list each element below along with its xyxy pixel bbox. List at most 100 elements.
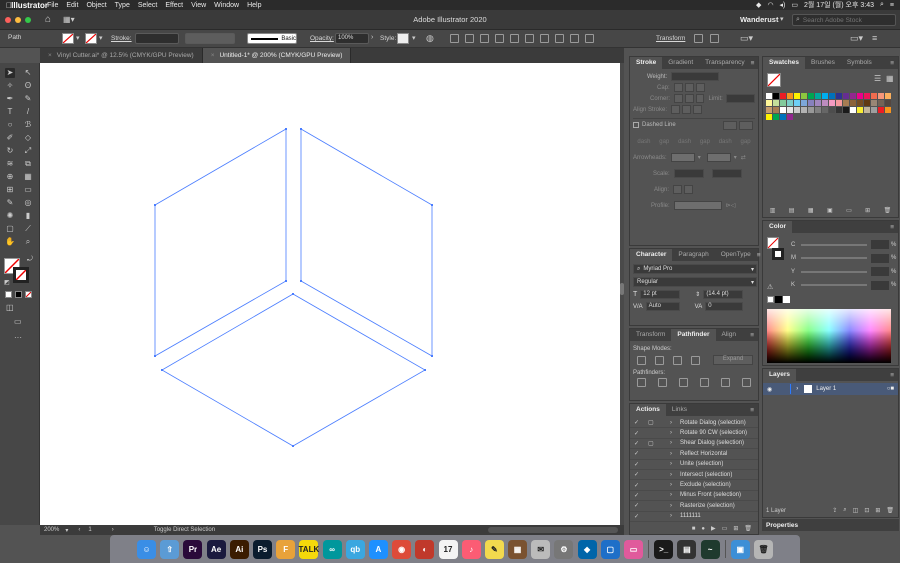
dash-gap-field[interactable]: dash: [678, 139, 691, 145]
dock-app-icon[interactable]: ▣: [730, 539, 750, 559]
channel-field-c[interactable]: [871, 240, 889, 250]
scale-tool-icon[interactable]: ⤢: [23, 146, 33, 156]
tracking-field[interactable]: 0: [705, 302, 744, 311]
battery-icon[interactable]: ▭: [791, 1, 798, 9]
merge-icon[interactable]: [679, 378, 688, 387]
color-swatch[interactable]: [808, 107, 814, 113]
none-color-chip[interactable]: [767, 296, 774, 303]
layers-panel-title[interactable]: Layers: [763, 369, 796, 381]
new-color-group-icon[interactable]: ▭: [846, 207, 852, 214]
tab-character[interactable]: Character: [630, 249, 673, 261]
color-swatch[interactable]: [829, 93, 835, 99]
fill-swatch[interactable]: [62, 33, 74, 44]
channel-slider-y[interactable]: [801, 270, 867, 273]
type-tool-icon[interactable]: T: [5, 107, 15, 117]
color-swatch[interactable]: [857, 107, 863, 113]
dock-app-icon[interactable]: Ae: [206, 539, 226, 559]
dock-app-icon[interactable]: ▭: [624, 539, 643, 559]
list-icon[interactable]: ≡: [890, 2, 894, 9]
dock-app-icon[interactable]: ∞: [322, 539, 342, 559]
artboard[interactable]: [40, 63, 620, 525]
tab-stroke[interactable]: Stroke: [630, 57, 663, 69]
panel-menu-icon[interactable]: ≡: [872, 33, 877, 43]
artboard-number[interactable]: 1: [88, 527, 91, 533]
round-cap-button[interactable]: [684, 83, 694, 92]
action-row[interactable]: ✓ › Minus Front (selection): [630, 491, 758, 502]
width-tool-icon[interactable]: ≋: [5, 159, 15, 169]
expand-action-icon[interactable]: ›: [670, 430, 676, 436]
color-swatch[interactable]: [773, 107, 779, 113]
align-right-icon[interactable]: [495, 34, 504, 43]
draw-mode-icon[interactable]: ◫: [6, 303, 14, 312]
action-enabled-check-icon[interactable]: ✓: [634, 440, 644, 447]
list-view-icon[interactable]: ☰: [874, 74, 881, 83]
unite-icon[interactable]: [637, 355, 646, 365]
color-swatch[interactable]: [766, 107, 772, 113]
color-swatch[interactable]: [780, 107, 786, 113]
menu-effect[interactable]: Effect: [165, 2, 183, 9]
dock-app-icon[interactable]: F: [276, 539, 296, 559]
symbol-sprayer-tool-icon[interactable]: ✺: [5, 211, 15, 221]
color-swatch[interactable]: [787, 100, 793, 106]
dock-app-icon[interactable]: ~: [700, 539, 720, 559]
select-similar-icon[interactable]: [710, 34, 719, 43]
dock-app-icon[interactable]: ▢: [600, 539, 620, 559]
color-swatch[interactable]: [815, 93, 821, 99]
direct-selection-tool-icon[interactable]: ↖: [23, 68, 33, 78]
color-swatch[interactable]: [808, 100, 814, 106]
expand-action-icon[interactable]: ›: [670, 482, 676, 488]
tab-transform[interactable]: Transform: [630, 329, 671, 341]
color-swatch[interactable]: [864, 107, 870, 113]
align-top-icon[interactable]: [510, 34, 519, 43]
swap-fill-stroke-icon[interactable]: ⤾: [27, 256, 33, 264]
color-swatch[interactable]: [836, 100, 842, 106]
rotate-tool-icon[interactable]: ↻: [5, 146, 15, 156]
action-row[interactable]: ✓ ▢ › Shear Dialog (selection): [630, 439, 758, 450]
panel-menu-icon[interactable]: ≡: [890, 372, 894, 379]
font-size-field[interactable]: 12 pt: [640, 290, 681, 299]
color-swatch[interactable]: [801, 100, 807, 106]
square-cap-button[interactable]: [695, 83, 705, 92]
stroke-indicator[interactable]: [13, 267, 29, 283]
dock-app-icon[interactable]: TALK: [299, 539, 319, 559]
panel-menu-icon[interactable]: ≡: [890, 60, 894, 67]
close-tab-icon[interactable]: ×: [48, 52, 52, 59]
dialog-toggle-icon[interactable]: ▢: [648, 419, 658, 426]
expand-action-icon[interactable]: ›: [670, 503, 676, 509]
panel-menu-icon[interactable]: ≡: [757, 252, 761, 259]
delete-swatch-icon[interactable]: 🗑: [884, 207, 892, 214]
stroke-dropdown-icon[interactable]: ▾: [99, 34, 103, 42]
white-color-chip[interactable]: [783, 296, 790, 303]
menu-select[interactable]: Select: [138, 2, 157, 9]
crop-icon[interactable]: [700, 378, 709, 387]
tab-gradient[interactable]: Gradient: [662, 57, 699, 69]
end-arrowhead-dropdown[interactable]: [706, 153, 731, 162]
dock-app-icon[interactable]: ⇧: [160, 539, 180, 559]
recolor-artwork-icon[interactable]: ◍: [426, 33, 434, 44]
action-row[interactable]: ✓ › Intersect (selection): [630, 470, 758, 481]
tab-vinyl-cutter[interactable]: × Vinyl Cutter.ai* @ 12.5% (CMYK/GPU Pre…: [40, 48, 203, 63]
color-swatch[interactable]: [878, 100, 884, 106]
dock-app-icon[interactable]: ♪: [461, 539, 481, 559]
dock-app-icon[interactable]: Ai: [229, 539, 249, 559]
volume-icon[interactable]: ◂): [780, 1, 786, 9]
expand-action-icon[interactable]: ›: [670, 461, 676, 467]
flip-profile-icon[interactable]: ⊳◁: [726, 202, 736, 209]
color-swatch[interactable]: [829, 100, 835, 106]
menu-file[interactable]: File: [47, 2, 58, 9]
next-artboard-icon[interactable]: ›: [112, 527, 114, 533]
expand-button[interactable]: Expand: [713, 355, 753, 365]
isometric-box-artwork[interactable]: [40, 63, 620, 525]
prev-artboard-icon[interactable]: ‹: [78, 527, 80, 533]
color-swatch[interactable]: [766, 93, 772, 99]
dock-app-icon[interactable]: ⚙: [554, 539, 574, 559]
eyedropper-tool-icon[interactable]: ✎: [5, 198, 15, 208]
color-swatch[interactable]: [787, 107, 793, 113]
color-swatch[interactable]: [794, 107, 800, 113]
layer-row[interactable]: ◉ › Layer 1 ○■: [763, 383, 898, 395]
zoom-level[interactable]: 200%: [44, 527, 59, 533]
color-swatch[interactable]: [787, 93, 793, 99]
color-swatch[interactable]: [766, 100, 772, 106]
align-outside-button[interactable]: [693, 105, 703, 114]
stop-icon[interactable]: ■: [692, 526, 696, 532]
